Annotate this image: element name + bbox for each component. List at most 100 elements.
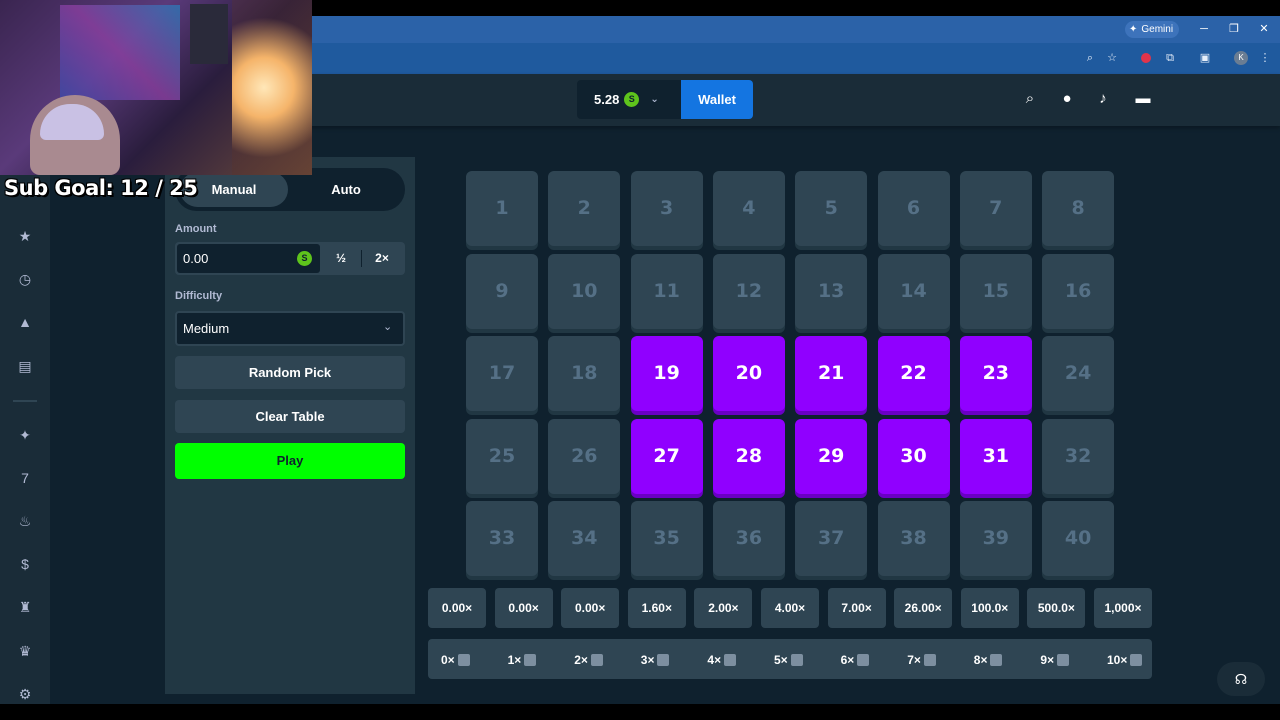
tile-5[interactable]: 5	[795, 171, 868, 246]
tile-25[interactable]: 25	[466, 418, 538, 494]
tile-3[interactable]: 3	[630, 171, 703, 246]
payout-multiplier: 1.60×	[627, 588, 686, 628]
tile-8[interactable]: 8	[1042, 171, 1115, 246]
screen-bottom-bar	[0, 704, 1280, 720]
hit-count-label: 7×	[907, 653, 921, 667]
tile-13[interactable]: 13	[795, 253, 868, 329]
tile-30[interactable]: 30	[877, 418, 950, 494]
close-window-icon[interactable]: ✕	[1254, 21, 1274, 37]
tile-12[interactable]: 12	[712, 253, 785, 329]
hit-count: 5×	[774, 652, 803, 668]
tile-11[interactable]: 11	[630, 253, 703, 329]
casino-icon[interactable]: $	[15, 554, 35, 574]
payout-multiplier: 26.00×	[894, 588, 953, 628]
tile-39[interactable]: 39	[959, 501, 1032, 576]
tile-6[interactable]: 6	[877, 171, 950, 246]
browser-menu-icon[interactable]: ⋮	[1257, 50, 1273, 66]
extensions-puzzle-icon[interactable]: ⧉	[1162, 50, 1178, 66]
currency-coin-icon: S	[624, 92, 640, 107]
gem-icon	[857, 654, 870, 666]
gemini-spark-icon: ✦	[1129, 24, 1138, 35]
restore-icon[interactable]: ❐	[1224, 21, 1244, 37]
hot-fire-icon[interactable]: ♨	[15, 511, 35, 531]
gemini-button[interactable]: ✦ Gemini	[1125, 21, 1180, 38]
user-icon[interactable]: ●	[1057, 89, 1077, 109]
tile-26[interactable]: 26	[548, 418, 621, 494]
tile-2[interactable]: 2	[548, 171, 621, 246]
currency-coin-icon: S	[297, 251, 312, 266]
tile-22[interactable]: 22	[877, 336, 950, 411]
tile-23[interactable]: 23	[959, 336, 1032, 411]
tile-31[interactable]: 31	[959, 418, 1032, 494]
notifications-bell-icon[interactable]: ♪	[1093, 89, 1113, 109]
minimize-icon[interactable]: ─	[1194, 21, 1214, 37]
gem-icon	[524, 654, 537, 666]
tile-18[interactable]: 18	[548, 336, 621, 411]
tile-21[interactable]: 21	[795, 336, 868, 411]
my-bets-icon[interactable]: ▤	[15, 356, 35, 376]
tile-16[interactable]: 16	[1042, 253, 1115, 329]
tile-40[interactable]: 40	[1042, 501, 1115, 576]
tile-28[interactable]: 28	[712, 418, 785, 494]
hit-count-label: 6×	[840, 653, 855, 667]
settings-icon[interactable]: ⚙	[15, 684, 35, 704]
search-icon[interactable]: ⌕	[1020, 89, 1040, 109]
hit-count-label: 5×	[774, 653, 788, 667]
chat-icon[interactable]: ▬	[1133, 89, 1153, 109]
hit-count: 2×	[574, 652, 603, 668]
sub-goal-overlay: Sub Goal: 12 / 25	[4, 176, 198, 200]
slots-icon[interactable]: 7	[15, 468, 35, 488]
payout-multiplier: 0.00×	[561, 588, 620, 628]
tile-4[interactable]: 4	[712, 171, 785, 246]
tile-9[interactable]: 9	[466, 253, 538, 329]
payout-multiplier: 4.00×	[761, 588, 819, 628]
game-shows-crown-icon[interactable]: ♛	[15, 641, 35, 661]
tile-24[interactable]: 24	[1042, 336, 1115, 411]
extension-record-icon[interactable]	[1141, 53, 1151, 63]
tile-36[interactable]: 36	[712, 501, 785, 576]
tile-15[interactable]: 15	[959, 253, 1032, 329]
profile-avatar[interactable]: K	[1234, 51, 1248, 65]
tile-33[interactable]: 33	[466, 501, 538, 576]
favorites-star-icon[interactable]: ★	[15, 226, 35, 246]
bookmark-star-icon[interactable]: ☆	[1104, 50, 1120, 66]
support-headset-button[interactable]: ☊	[1217, 662, 1265, 696]
tile-14[interactable]: 14	[877, 253, 950, 329]
tile-34[interactable]: 34	[548, 501, 621, 576]
double-amount-button[interactable]: 2×	[362, 244, 402, 273]
gemini-label: Gemini	[1141, 24, 1174, 35]
tile-10[interactable]: 10	[548, 253, 621, 329]
tile-1[interactable]: 1	[466, 171, 538, 246]
tile-20[interactable]: 20	[712, 336, 785, 411]
gem-icon	[1057, 654, 1070, 666]
tile-19[interactable]: 19	[630, 336, 703, 411]
clear-table-button[interactable]: Clear Table	[175, 400, 405, 433]
tile-35[interactable]: 35	[630, 501, 703, 576]
tab-auto[interactable]: Auto	[292, 172, 400, 207]
originals-sparkle-icon[interactable]: ✦	[15, 425, 35, 445]
tile-17[interactable]: 17	[466, 336, 538, 411]
gem-icon	[657, 654, 670, 666]
balance-dropdown[interactable]: 5.28 S ⌄	[577, 80, 681, 119]
tile-7[interactable]: 7	[959, 171, 1032, 246]
recent-clock-icon[interactable]: ◷	[15, 269, 35, 289]
play-button[interactable]: Play	[175, 443, 405, 479]
zoom-icon[interactable]: ⌕	[1082, 50, 1098, 66]
tile-29[interactable]: 29	[795, 418, 868, 494]
tile-32[interactable]: 32	[1042, 418, 1115, 494]
hit-count: 6×	[841, 652, 870, 668]
wallet-button[interactable]: Wallet	[681, 80, 753, 119]
reading-mode-icon[interactable]: ▣	[1197, 50, 1213, 66]
tile-37[interactable]: 37	[795, 501, 868, 576]
tile-38[interactable]: 38	[877, 501, 950, 576]
tile-27[interactable]: 27	[630, 418, 703, 494]
live-casino-icon[interactable]: ♜	[15, 597, 35, 617]
hit-count: 4×	[707, 652, 737, 668]
gem-icon	[790, 654, 803, 666]
random-pick-button[interactable]: Random Pick	[175, 356, 405, 389]
half-amount-button[interactable]: ½	[321, 244, 361, 273]
challenges-icon[interactable]: ▲	[15, 312, 35, 332]
payout-multiplier: 100.0×	[960, 588, 1019, 628]
difficulty-select[interactable]: Medium	[175, 311, 405, 346]
payout-multiplier: 1,000×	[1094, 588, 1152, 628]
